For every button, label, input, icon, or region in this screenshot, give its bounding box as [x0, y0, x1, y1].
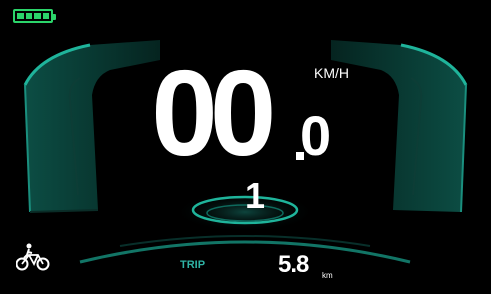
ebike-display: 00 0 KM/H 1 TRIP 5.8 km [0, 0, 491, 294]
trip-unit: km [322, 271, 333, 280]
battery-icon [13, 9, 56, 23]
battery-segment [25, 13, 32, 19]
battery-segment [34, 13, 41, 19]
speed-integer: 00 [151, 45, 276, 181]
battery-segment [42, 13, 49, 19]
assist-level: 1 [245, 175, 266, 216]
speed-decimal: 0 [300, 104, 332, 167]
trip-label: TRIP [180, 259, 206, 271]
battery-segment [17, 13, 24, 19]
trip-value: 5.8 [278, 251, 309, 278]
speed-unit: KM/H [314, 65, 349, 81]
walk-assist-bicycle-icon [16, 243, 50, 271]
